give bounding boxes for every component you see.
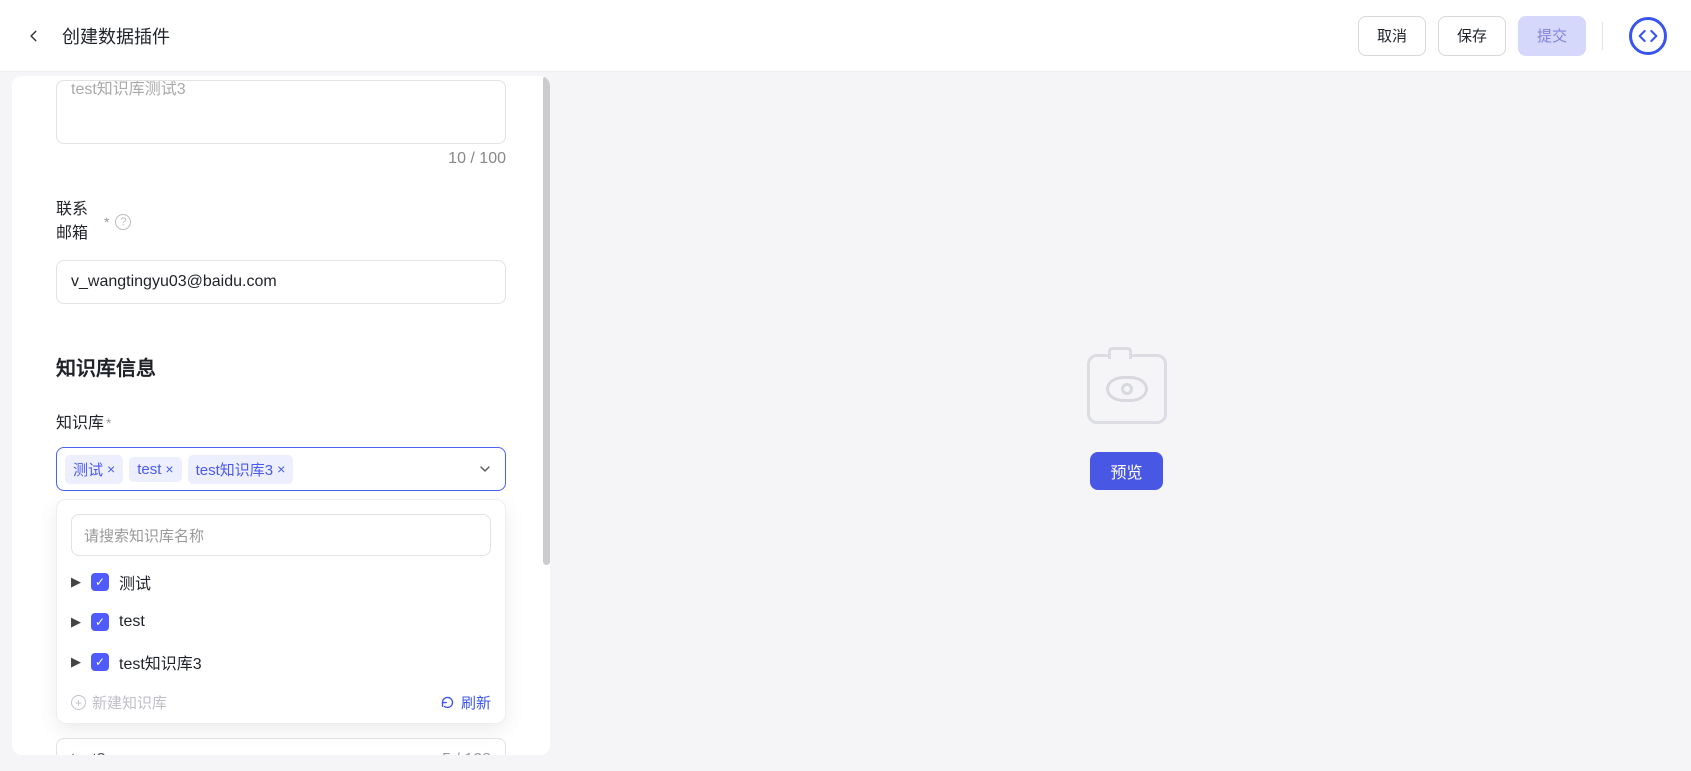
- code-icon: [1638, 29, 1658, 43]
- kb-search-input[interactable]: 请搜索知识库名称: [71, 514, 491, 556]
- kb-refresh-label: 刷新: [461, 692, 491, 713]
- page-title: 创建数据插件: [62, 23, 170, 49]
- email-input[interactable]: v_wangtingyu03@baidu.com: [56, 260, 506, 304]
- kb-option[interactable]: ▶ ✓ 测试: [71, 562, 491, 602]
- chevron-left-icon: [27, 29, 41, 43]
- kb-option-label: test: [119, 613, 145, 631]
- header: 创建数据插件 取消 保存 提交: [0, 0, 1691, 72]
- under-value: test3: [71, 751, 106, 755]
- help-icon[interactable]: ?: [115, 214, 131, 230]
- kb-option[interactable]: ▶ ✓ test: [71, 602, 491, 642]
- kb-option[interactable]: ▶ ✓ test知识库3: [71, 642, 491, 682]
- preview-panel: 预览: [562, 72, 1691, 771]
- under-counter: 5 / 128: [442, 751, 491, 755]
- kb-tag: test知识库3 ×: [188, 455, 294, 484]
- code-button[interactable]: [1629, 17, 1667, 55]
- kb-new-button[interactable]: + 新建知识库: [71, 692, 167, 713]
- eye-icon: [1106, 376, 1148, 402]
- scrollbar[interactable]: [542, 76, 550, 755]
- preview-button[interactable]: 预览: [1090, 452, 1162, 490]
- kb-tag: 测试 ×: [65, 455, 123, 484]
- email-value: v_wangtingyu03@baidu.com: [71, 273, 277, 291]
- kb-tag-label: test知识库3: [196, 459, 274, 480]
- description-counter: 10 / 100: [56, 150, 506, 168]
- kb-option-label: test知识库3: [119, 650, 202, 674]
- kb-refresh-button[interactable]: 刷新: [440, 692, 491, 713]
- caret-right-icon[interactable]: ▶: [71, 574, 81, 590]
- plus-circle-icon: +: [71, 695, 86, 710]
- kb-search-placeholder: 请搜索知识库名称: [84, 525, 204, 546]
- kb-label: 知识库: [56, 415, 104, 432]
- separator: [1602, 22, 1603, 50]
- back-button[interactable]: [24, 26, 44, 46]
- checkbox-checked[interactable]: ✓: [91, 653, 109, 671]
- chevron-down-icon[interactable]: [477, 461, 493, 477]
- kb-dropdown: 请搜索知识库名称 ▶ ✓ 测试 ▶ ✓ test ▶ ✓ test知识库3 + …: [56, 499, 506, 724]
- kb-option-label: 测试: [119, 570, 151, 594]
- kb-new-label: 新建知识库: [92, 692, 167, 713]
- description-value: test知识库测试3: [71, 80, 186, 99]
- submit-button[interactable]: 提交: [1518, 16, 1586, 56]
- form-panel: test知识库测试3 10 / 100 联系邮箱 * ? v_wangtingy…: [12, 76, 550, 755]
- caret-right-icon[interactable]: ▶: [71, 614, 81, 630]
- under-input[interactable]: test3 5 / 128: [56, 738, 506, 755]
- preview-placeholder-icon: [1087, 354, 1167, 424]
- kb-multiselect[interactable]: 测试 × test × test知识库3 ×: [56, 447, 506, 491]
- email-label: 联系邮箱: [56, 198, 96, 246]
- caret-right-icon[interactable]: ▶: [71, 654, 81, 670]
- required-mark: *: [104, 214, 109, 230]
- checkbox-checked[interactable]: ✓: [91, 613, 109, 631]
- cancel-button[interactable]: 取消: [1358, 16, 1426, 56]
- tag-remove-icon[interactable]: ×: [165, 461, 173, 477]
- kb-tag: test ×: [129, 457, 181, 482]
- required-mark: *: [106, 415, 111, 431]
- checkbox-checked[interactable]: ✓: [91, 573, 109, 591]
- refresh-icon: [440, 695, 455, 710]
- description-textarea[interactable]: test知识库测试3: [56, 80, 506, 144]
- kb-section-title: 知识库信息: [56, 352, 506, 381]
- kb-tag-label: test: [137, 461, 161, 478]
- save-button[interactable]: 保存: [1438, 16, 1506, 56]
- kb-tag-label: 测试: [73, 459, 103, 480]
- tag-remove-icon[interactable]: ×: [107, 461, 115, 477]
- tag-remove-icon[interactable]: ×: [277, 461, 285, 477]
